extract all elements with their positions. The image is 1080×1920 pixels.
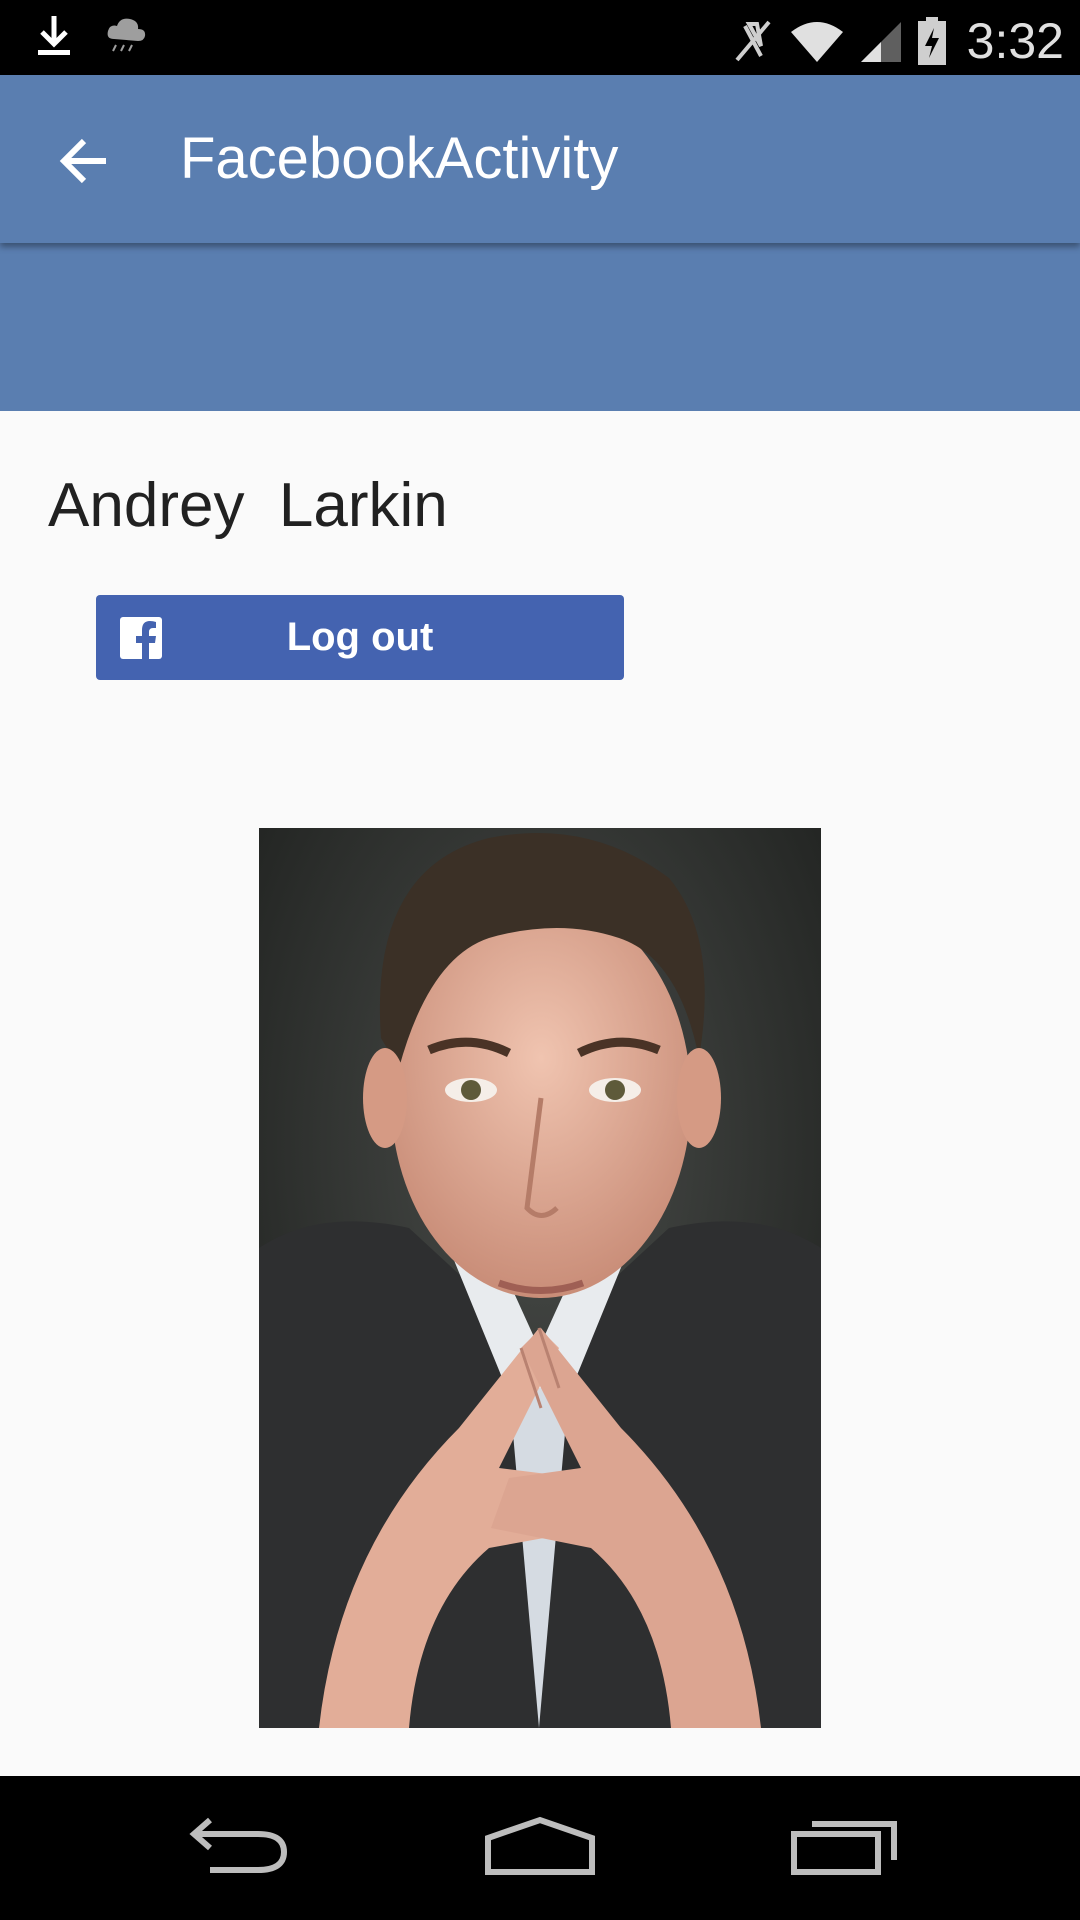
nav-recents-icon[interactable] [790, 1816, 900, 1876]
mute-icon [735, 20, 771, 62]
profile-name: Andrey Larkin [48, 471, 448, 540]
status-bar: 3:32 [0, 0, 1080, 75]
profile-photo [259, 828, 821, 1728]
signal-icon [860, 22, 901, 62]
nav-home-icon[interactable] [484, 1816, 596, 1876]
app-title: FacebookActivity [180, 126, 619, 191]
wifi-icon [790, 22, 843, 62]
status-time: 3:32 [966, 13, 1064, 69]
arrow-back-icon[interactable] [56, 133, 112, 189]
navigation-bar [0, 1776, 1080, 1920]
battery-charging-icon [917, 17, 946, 65]
nav-back-icon[interactable] [188, 1816, 292, 1876]
app-bar: FacebookActivity [0, 75, 1080, 243]
header-band [0, 243, 1080, 411]
download-icon [38, 16, 70, 55]
logout-button[interactable]: Log out [96, 595, 624, 680]
weather-cloud-icon [107, 18, 146, 52]
logout-label: Log out [286, 615, 434, 659]
